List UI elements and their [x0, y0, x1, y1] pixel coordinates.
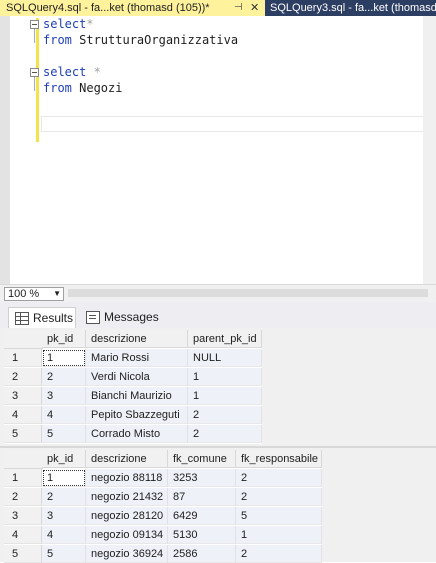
- table-cell[interactable]: Bianchi Maurizio: [86, 387, 188, 405]
- grid-icon: [15, 312, 29, 325]
- grid-corner[interactable]: [4, 330, 43, 349]
- tab-sqlquery4[interactable]: SQLQuery4.sql - fa...ket (thomasd (105))…: [0, 0, 265, 16]
- vertical-scrollbar[interactable]: [423, 16, 436, 284]
- row-number[interactable]: 4: [4, 526, 42, 544]
- keyword: select: [43, 17, 87, 31]
- table-cell[interactable]: 1: [236, 526, 322, 544]
- keyword: from: [43, 33, 72, 47]
- code-text: Negozi: [71, 81, 123, 95]
- messages-icon: [86, 311, 100, 324]
- tab-messages-label: Messages: [104, 310, 159, 324]
- outline-line: [34, 77, 35, 91]
- results-tab-bar: Results Messages: [0, 302, 436, 329]
- row-number[interactable]: 2: [4, 488, 42, 506]
- table-cell[interactable]: negozio 21432: [86, 488, 168, 506]
- keyword: from: [43, 81, 72, 95]
- grid-corner[interactable]: [4, 450, 43, 469]
- code-text: *: [86, 17, 94, 31]
- column-header[interactable]: pk_id: [42, 330, 86, 348]
- editor-status-bar: 100 % ▼: [0, 284, 436, 302]
- table-cell[interactable]: negozio 36924: [86, 545, 168, 563]
- close-icon[interactable]: ✕: [250, 0, 259, 16]
- table-cell[interactable]: 2: [236, 488, 322, 506]
- table-cell[interactable]: 1: [42, 469, 86, 487]
- collapse-icon[interactable]: [30, 68, 39, 77]
- table-cell[interactable]: 87: [168, 488, 236, 506]
- table-cell[interactable]: 3: [42, 387, 86, 405]
- code-line[interactable]: from StrutturaOrganizzativa: [43, 32, 238, 48]
- table-cell[interactable]: 2: [188, 425, 262, 443]
- row-number[interactable]: 1: [4, 349, 42, 367]
- keyword: select: [43, 65, 87, 79]
- row-number[interactable]: 2: [4, 368, 42, 386]
- column-header[interactable]: descrizione: [86, 330, 188, 348]
- column-header[interactable]: fk_responsabile: [236, 450, 322, 468]
- table-cell[interactable]: 5: [42, 545, 86, 563]
- row-number[interactable]: 5: [4, 545, 42, 563]
- table-cell[interactable]: 5: [236, 507, 322, 525]
- table-cell[interactable]: 2: [42, 488, 86, 506]
- tab-messages[interactable]: Messages: [80, 307, 159, 327]
- table-cell[interactable]: 1: [188, 368, 262, 386]
- table-cell[interactable]: Mario Rossi: [86, 349, 188, 367]
- pin-icon[interactable]: ⊣: [234, 0, 243, 16]
- document-tab-bar: SQLQuery4.sql - fa...ket (thomasd (105))…: [0, 0, 436, 16]
- table-cell[interactable]: NULL: [188, 349, 262, 367]
- table-cell[interactable]: 3253: [168, 469, 236, 487]
- table-cell[interactable]: 1: [42, 349, 86, 367]
- table-cell[interactable]: 3: [42, 507, 86, 525]
- table-cell[interactable]: 6429: [168, 507, 236, 525]
- code-line[interactable]: select *: [43, 64, 101, 80]
- tab-results[interactable]: Results: [8, 307, 76, 328]
- table-cell[interactable]: 2586: [168, 545, 236, 563]
- table-cell[interactable]: Verdi Nicola: [86, 368, 188, 386]
- query-editor[interactable]: select* from StrutturaOrganizzativa sele…: [0, 16, 436, 284]
- change-tracking-bar: [36, 18, 39, 142]
- column-header[interactable]: parent_pk_id: [188, 330, 262, 348]
- tab-label: SQLQuery4.sql - fa...ket (thomasd (105))…: [6, 2, 210, 14]
- table-cell[interactable]: 2: [42, 368, 86, 386]
- chevron-down-icon: ▼: [53, 289, 61, 298]
- row-number[interactable]: 4: [4, 406, 42, 424]
- table-cell[interactable]: 2: [236, 469, 322, 487]
- row-number[interactable]: 1: [4, 469, 42, 487]
- column-header[interactable]: pk_id: [42, 450, 86, 468]
- code-line[interactable]: from Negozi: [43, 80, 122, 96]
- tab-results-label: Results: [33, 311, 74, 325]
- result-grid-strutturaorganizzativa[interactable]: pk_id descrizione parent_pk_id 1 1 Mario Ross…: [4, 330, 262, 444]
- code-text: StrutturaOrganizzativa: [71, 33, 239, 47]
- table-cell[interactable]: 4: [42, 526, 86, 544]
- table-cell[interactable]: Corrado Misto: [86, 425, 188, 443]
- table-cell[interactable]: 4: [42, 406, 86, 424]
- table-cell[interactable]: 2: [188, 406, 262, 424]
- table-cell[interactable]: negozio 88118: [86, 469, 168, 487]
- results-pane: pk_id descrizione parent_pk_id 1 1 Mario Ross…: [0, 328, 436, 563]
- zoom-value: 100 %: [8, 288, 40, 300]
- horizontal-scrollbar[interactable]: [68, 289, 428, 297]
- row-number[interactable]: 3: [4, 507, 42, 525]
- table-cell[interactable]: negozio 09134: [86, 526, 168, 544]
- table-cell[interactable]: Pepito Sbazzeguti: [86, 406, 188, 424]
- tab-label: SQLQuery3.sql - fa...ket (thomasd: [270, 2, 436, 14]
- column-header[interactable]: descrizione: [86, 450, 168, 468]
- table-cell[interactable]: 2: [236, 545, 322, 563]
- editor-margin: [0, 16, 10, 284]
- table-cell[interactable]: 5130: [168, 526, 236, 544]
- current-line-highlight[interactable]: [41, 116, 435, 132]
- row-number[interactable]: 5: [4, 425, 42, 443]
- table-cell[interactable]: negozio 28120: [86, 507, 168, 525]
- zoom-select[interactable]: 100 % ▼: [4, 287, 64, 301]
- row-number[interactable]: 3: [4, 387, 42, 405]
- collapse-icon[interactable]: [30, 20, 39, 29]
- result-grid-negozi[interactable]: pk_id descrizione fk_comune fk_responsabile…: [4, 450, 322, 563]
- column-header[interactable]: fk_comune: [168, 450, 236, 468]
- code-line[interactable]: select*: [43, 16, 94, 32]
- outline-line: [34, 29, 35, 43]
- table-cell[interactable]: 5: [42, 425, 86, 443]
- grid-splitter[interactable]: [0, 446, 436, 448]
- code-text: *: [86, 65, 101, 79]
- table-cell[interactable]: 1: [188, 387, 262, 405]
- tab-sqlquery3[interactable]: SQLQuery3.sql - fa...ket (thomasd: [266, 0, 436, 16]
